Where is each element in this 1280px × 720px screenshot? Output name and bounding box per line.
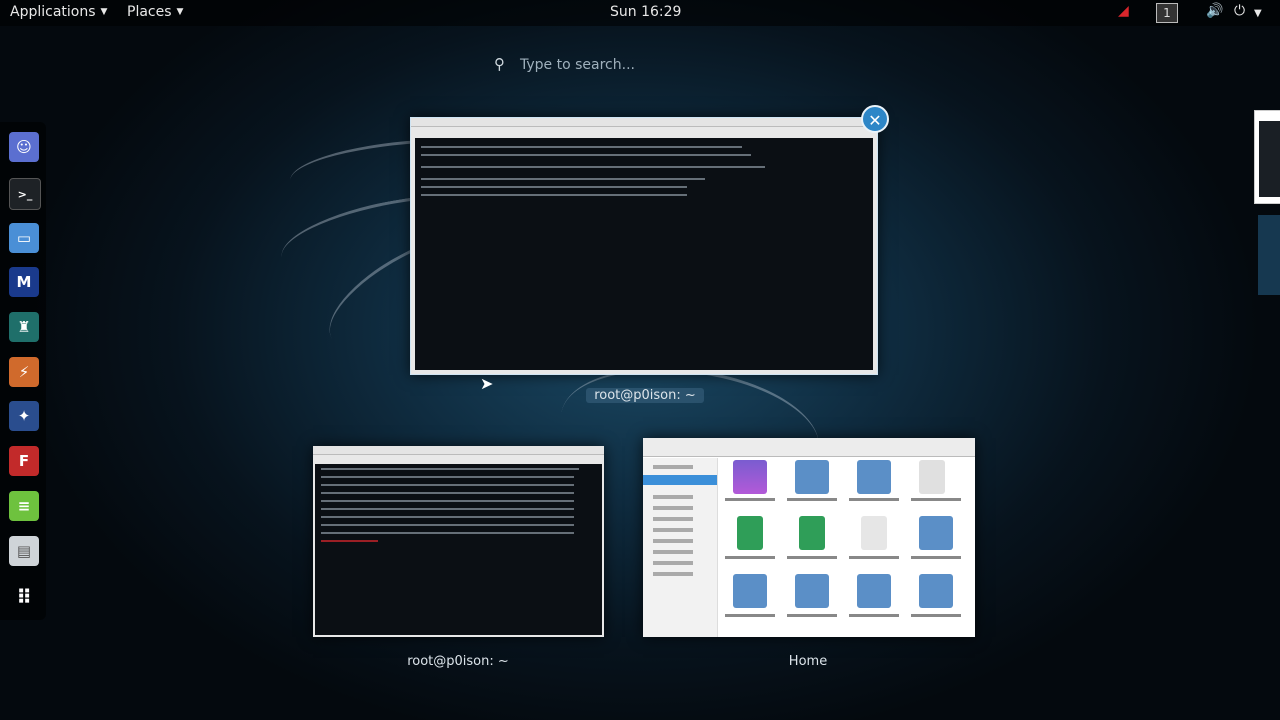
- sidebar-item: [653, 539, 693, 543]
- videos-folder-icon[interactable]: [919, 574, 953, 608]
- power-icon[interactable]: ⏻: [1234, 3, 1245, 19]
- files-app-icon[interactable]: ▭: [9, 223, 39, 253]
- workspace-preview: [1259, 121, 1280, 197]
- applications-label: Applications: [10, 4, 96, 20]
- music-folder-icon[interactable]: [919, 516, 953, 550]
- window-caption: root@p0ison: ~: [407, 654, 509, 669]
- faraday-app-icon[interactable]: F: [9, 446, 39, 476]
- terminal-line: [421, 154, 751, 156]
- close-icon: ✕: [868, 111, 882, 130]
- files-sidebar: [643, 458, 718, 637]
- sidebar-item: [653, 561, 693, 565]
- chat-app-icon[interactable]: ☺: [9, 132, 39, 162]
- sidebar-item-selected: [643, 475, 717, 485]
- file-label: [787, 498, 837, 501]
- file-label: [911, 498, 961, 501]
- armitage-app-icon[interactable]: ♜: [9, 312, 39, 342]
- clock[interactable]: Sun 16:29: [610, 4, 681, 20]
- window-titlebar: [643, 438, 975, 457]
- code-file-icon[interactable]: [861, 516, 887, 550]
- search-icon: ⚲: [494, 55, 505, 73]
- network-icon[interactable]: ◢: [1118, 3, 1129, 19]
- close-window-button[interactable]: ✕: [861, 105, 889, 133]
- applications-menu[interactable]: Applications ▼: [10, 4, 107, 20]
- folder-icon[interactable]: [733, 460, 767, 494]
- burpsuite-app-icon[interactable]: ⚡: [9, 357, 39, 387]
- terminal-line: [321, 484, 574, 486]
- terminal-prompt: [321, 540, 379, 542]
- workspace-thumbnail-next[interactable]: [1254, 110, 1280, 204]
- terminal-line: [321, 468, 580, 470]
- show-apps-icon[interactable]: ⠿: [9, 582, 39, 612]
- spreadsheet-file-icon[interactable]: [799, 516, 825, 550]
- file-icon[interactable]: [919, 460, 945, 494]
- terminal-line: [321, 532, 574, 534]
- window-titlebar: [313, 446, 604, 455]
- file-label: [787, 556, 837, 559]
- mouse-cursor-icon: ➤: [480, 374, 494, 393]
- places-label: Places: [127, 4, 172, 20]
- top-bar: Applications ▼ Places ▼ Sun 16:29 ◢ 1 🔊 ⏻ …: [0, 0, 1280, 26]
- file-label: [849, 556, 899, 559]
- terminal-line: [321, 508, 574, 510]
- terminal-line: [321, 524, 574, 526]
- terminal-line: [421, 178, 705, 180]
- notes-app-icon[interactable]: ≡: [9, 491, 39, 521]
- folder-icon[interactable]: [795, 460, 829, 494]
- terminal-line: [421, 186, 687, 188]
- window-caption: root@p0ison: ~: [586, 388, 704, 403]
- workspace-indicator[interactable]: 1: [1156, 3, 1178, 23]
- terminal-line: [421, 146, 742, 148]
- pictures-folder-icon[interactable]: [733, 574, 767, 608]
- terminal-line: [421, 194, 687, 196]
- file-label: [911, 556, 961, 559]
- folder-icon[interactable]: [857, 460, 891, 494]
- spreadsheet-file-icon[interactable]: [737, 516, 763, 550]
- places-menu[interactable]: Places ▼: [127, 4, 183, 20]
- sidebar-item: [653, 506, 693, 510]
- file-label: [911, 614, 961, 617]
- window-titlebar: [411, 118, 877, 127]
- maltego-app-icon[interactable]: ✦: [9, 401, 39, 431]
- window-thumbnail-terminal[interactable]: [313, 446, 604, 637]
- sidebar-item: [653, 465, 693, 469]
- chevron-down-icon: ▼: [100, 7, 108, 17]
- screenshot-app-icon[interactable]: ▤: [9, 536, 39, 566]
- file-label: [787, 614, 837, 617]
- metasploit-app-icon[interactable]: M: [9, 267, 39, 297]
- volume-icon[interactable]: 🔊: [1206, 3, 1223, 19]
- sidebar-item: [653, 495, 693, 499]
- window-thumbnail-files[interactable]: [643, 438, 975, 637]
- search-input[interactable]: Type to search...: [520, 57, 635, 73]
- file-label: [849, 498, 899, 501]
- chevron-down-icon: ▼: [176, 7, 184, 17]
- templates-folder-icon[interactable]: [857, 574, 891, 608]
- public-folder-icon[interactable]: [795, 574, 829, 608]
- window-thumbnail-terminal-active[interactable]: [410, 117, 878, 375]
- chevron-down-icon[interactable]: ▼: [1254, 8, 1262, 19]
- file-label: [725, 614, 775, 617]
- workspace-edge: [1258, 215, 1280, 295]
- search-box[interactable]: ⚲ Type to search...: [490, 52, 790, 78]
- file-label: [849, 614, 899, 617]
- terminal-line: [421, 166, 765, 168]
- terminal-line: [321, 516, 574, 518]
- sidebar-item: [653, 517, 693, 521]
- window-caption: Home: [788, 654, 828, 669]
- sidebar-item: [653, 528, 693, 532]
- terminal-line: [321, 492, 574, 494]
- file-label: [725, 556, 775, 559]
- terminal-content: [415, 138, 873, 370]
- file-label: [725, 498, 775, 501]
- terminal-app-icon[interactable]: >_: [9, 178, 41, 210]
- dash-dock: ☺ >_ ▭ M ♜ ⚡ ✦ F ≡ ▤ ⠿: [0, 122, 46, 620]
- sidebar-item: [653, 572, 693, 576]
- sidebar-item: [653, 550, 693, 554]
- terminal-line: [321, 476, 574, 478]
- terminal-content: [315, 464, 602, 635]
- terminal-line: [321, 500, 574, 502]
